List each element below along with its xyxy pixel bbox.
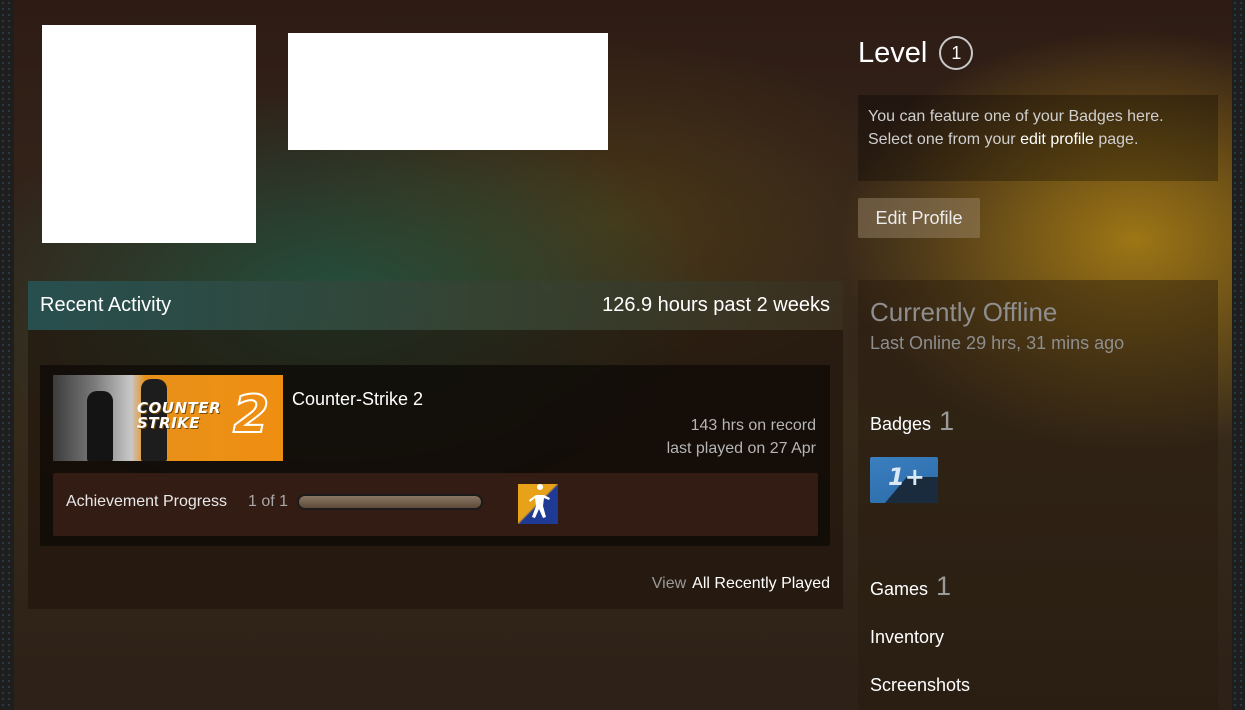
badges-count: 1 (939, 406, 955, 436)
inventory-link[interactable]: Inventory (870, 627, 944, 648)
edit-profile-link[interactable]: edit profile (1020, 131, 1094, 148)
persona-name-block (288, 33, 608, 150)
games-link[interactable]: Games 1 (870, 571, 951, 602)
hours-on-record: 143 hrs on record (690, 417, 816, 434)
feature-text-line-2: Select one from your edit profile page. (868, 128, 1208, 151)
recent-activity-panel: Recent Activity 126.9 hours past 2 weeks… (28, 281, 843, 609)
game-capsule-image[interactable]: COUNTER STRIKE 2 (53, 375, 283, 461)
last-online: Last Online 29 hrs, 31 mins ago (870, 333, 1125, 353)
capsule-soldier-figure (87, 391, 113, 461)
edit-profile-button[interactable]: Edit Profile (858, 198, 980, 238)
last-played: last played on 27 Apr (666, 440, 816, 457)
game-name-link[interactable]: Counter-Strike 2 (292, 389, 423, 410)
profile-level: Level 1 (858, 36, 974, 70)
recent-activity-title: Recent Activity (40, 294, 172, 316)
achievement-count: 1 of 1 (248, 493, 289, 510)
screenshots-link[interactable]: Screenshots (870, 675, 970, 696)
featured-badge-box: You can feature one of your Badges here.… (858, 95, 1218, 181)
games-count: 1 (936, 571, 952, 601)
view-all-recently-played: View All Recently Played (652, 575, 830, 593)
level-badge[interactable]: 1 (939, 36, 974, 70)
achievement-progress-bar (297, 494, 483, 510)
online-status: Currently Offline (870, 297, 1058, 327)
avatar[interactable] (42, 25, 256, 243)
badge-icon-text: 1+ (888, 463, 925, 491)
achievement-progress-fill (299, 496, 481, 508)
achievement-progress-row: Achievement Progress 1 of 1 (53, 473, 818, 536)
profile-sidebar: Currently Offline Last Online 29 hrs, 31… (858, 280, 1218, 710)
capsule-logo-number: 2 (232, 384, 270, 446)
badge-icon[interactable]: 1+ (870, 457, 938, 503)
badges-label: Badges (870, 414, 932, 434)
achievement-icon[interactable] (518, 484, 558, 524)
feature-text-suffix: page. (1093, 131, 1139, 148)
feature-text-line-1: You can feature one of your Badges here. (868, 108, 1164, 125)
right-edge-pattern (1232, 0, 1245, 710)
recent-activity-header: Recent Activity 126.9 hours past 2 weeks (28, 281, 843, 330)
badges-link[interactable]: Badges 1 (870, 406, 954, 437)
level-label: Level (858, 36, 928, 69)
game-stats: 143 hrs on record last played on 27 Apr (667, 414, 816, 460)
games-label: Games (870, 579, 929, 599)
recent-game-card: COUNTER STRIKE 2 Counter-Strike 2 143 hr… (40, 365, 830, 546)
view-label: View (651, 575, 687, 592)
all-recently-played-link[interactable]: All Recently Played (692, 575, 830, 592)
achievement-progress-label[interactable]: Achievement Progress (66, 493, 227, 511)
left-edge-pattern (0, 0, 14, 710)
hours-past-two-weeks: 126.9 hours past 2 weeks (602, 294, 830, 316)
feature-text-prefix: Select one from your (868, 131, 1021, 148)
